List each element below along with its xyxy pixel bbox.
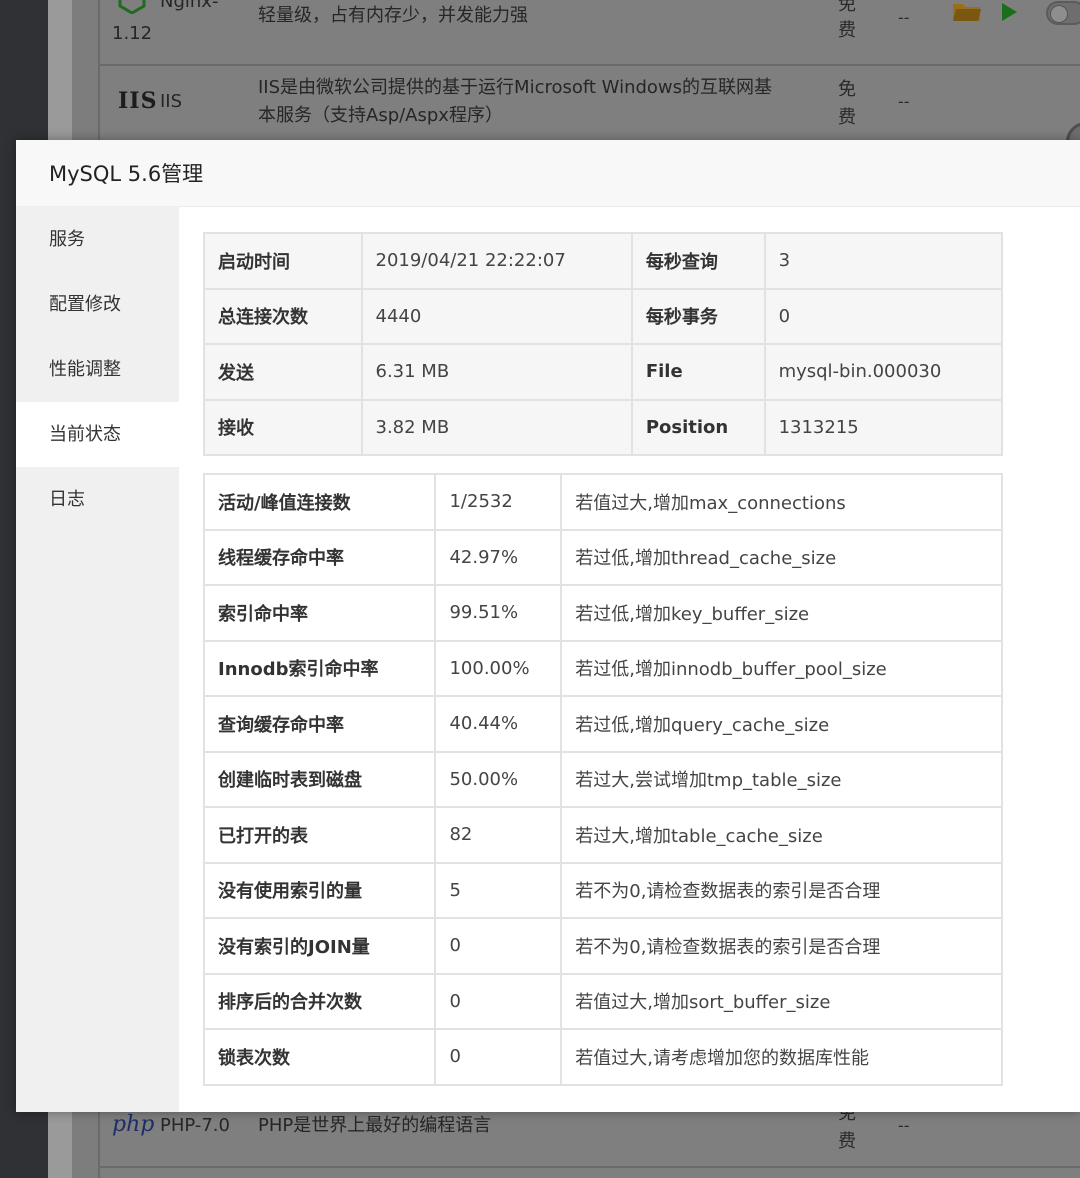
metric-hint-cell: 若过低,增加query_cache_size [560,695,1003,753]
metric-value-cell: 40.44% [434,695,563,753]
php-logo-icon: php [112,1112,155,1137]
status-key-cell: 每秒查询 [630,232,766,290]
nginx-logo-icon [118,0,146,14]
mysql-manage-dialog: MySQL 5.6管理 服务 配置修改 性能调整 当前状态 日志 启动时间 201… [16,140,1080,1112]
table-row: 查询缓存命中率 40.44% 若过低,增加query_cache_size [202,695,1003,753]
metric-name-cell: 锁表次数 [202,1028,437,1086]
performance-table: 活动/峰值连接数 1/2532 若值过大,增加max_connections 线程缓存… [202,473,1003,1086]
metric-value-cell: 0 [434,1028,563,1086]
status-value-cell: 0 [763,287,1004,345]
metric-name-cell: 活动/峰值连接数 [202,473,437,531]
table-row: 没有索引的JOIN量 0 若不为0,请检查数据表的索引是否合理 [202,917,1003,975]
software-name: PHP-7.0 [160,1115,230,1136]
extra-dash: -- [898,1116,910,1135]
nav-item-service[interactable]: 服务 [16,207,179,272]
status-key-cell: 启动时间 [203,232,363,290]
metric-name-cell: Innodb索引命中率 [202,639,437,697]
metric-hint-cell: 若过大,增加table_cache_size [560,806,1003,864]
play-icon[interactable] [1000,2,1018,22]
table-row: 活动/峰值连接数 1/2532 若值过大,增加max_connections [202,473,1003,531]
software-desc: PHP是世界上最好的编程语言 [258,1115,492,1136]
dialog-body: 服务 配置修改 性能调整 当前状态 日志 启动时间 2019/04/21 22:2… [16,207,1080,1112]
table-row: Innodb索引命中率 100.00% 若过低,增加innodb_buffer_po… [202,639,1003,697]
metric-value-cell: 1/2532 [434,473,563,531]
metric-value-cell: 42.97% [434,528,563,586]
software-row-iis: IIS IIS IIS是由微软公司提供的基于运行Microsoft Window… [98,64,1080,144]
status-content: 启动时间 2019/04/21 22:22:07 每秒查询 3 总连接次数 4440 每秒事… [202,232,1004,1086]
table-row: 创建临时表到磁盘 50.00% 若过大,尝试增加tmp_table_size [202,750,1003,808]
status-value-cell: 6.31 MB [360,343,633,401]
table-row: 排序后的合并次数 0 若值过大,增加sort_buffer_size [202,972,1003,1030]
status-value-cell: 1313215 [763,398,1004,456]
table-row: 线程缓存命中率 42.97% 若过低,增加thread_cache_size [202,528,1003,586]
metric-hint-cell: 若不为0,请检查数据表的索引是否合理 [560,917,1003,975]
metric-hint-cell: 若过低,增加key_buffer_size [560,584,1003,642]
table-row: 索引命中率 99.51% 若过低,增加key_buffer_size [202,584,1003,642]
table-row: 锁表次数 0 若值过大,请考虑增加您的数据库性能 [202,1028,1003,1086]
metric-value-cell: 99.51% [434,584,563,642]
software-desc-line1: IIS是由微软公司提供的基于运行Microsoft Windows的互联网基 [258,77,773,98]
status-value-cell: 3.82 MB [360,398,633,456]
dialog-side-nav: 服务 配置修改 性能调整 当前状态 日志 [16,207,179,1112]
metric-hint-cell: 若值过大,增加sort_buffer_size [560,972,1003,1030]
status-value-cell: 2019/04/21 22:22:07 [360,232,633,290]
metric-hint-cell: 若值过大,请考虑增加您的数据库性能 [560,1028,1003,1086]
metric-value-cell: 100.00% [434,639,563,697]
status-key-cell: 每秒事务 [630,287,766,345]
metric-value-cell: 5 [434,861,563,919]
nav-item-logs[interactable]: 日志 [16,467,179,532]
metric-hint-cell: 若过低,增加innodb_buffer_pool_size [560,639,1003,697]
metric-name-cell: 创建临时表到磁盘 [202,750,437,808]
nav-item-performance[interactable]: 性能调整 [16,337,179,402]
nav-item-config[interactable]: 配置修改 [16,272,179,337]
metric-hint-cell: 若不为0,请检查数据表的索引是否合理 [560,861,1003,919]
metric-hint-cell: 若过大,尝试增加tmp_table_size [560,750,1003,808]
table-row: 发送 6.31 MB File mysql-bin.000030 [203,343,1004,401]
fee-label: 免费 [838,0,856,41]
table-row: 总连接次数 4440 每秒事务 0 [203,287,1004,345]
metric-hint-cell: 若值过大,增加max_connections [560,473,1003,531]
metric-hint-cell: 若过低,增加thread_cache_size [560,528,1003,586]
status-key-cell: 发送 [203,343,363,401]
metric-name-cell: 已打开的表 [202,806,437,864]
metric-name-cell: 查询缓存命中率 [202,695,437,753]
status-value-cell: 3 [763,232,1004,290]
metric-value-cell: 0 [434,917,563,975]
table-row: 接收 3.82 MB Position 1313215 [203,398,1004,456]
metric-name-cell: 没有使用索引的量 [202,861,437,919]
software-desc-line2: 本服务（支持Asp/Aspx程序） [258,105,503,126]
software-desc: 轻量级，占有内存少，并发能力强 [258,5,528,26]
status-key-cell: File [630,343,766,401]
table-row: 没有使用索引的量 5 若不为0,请检查数据表的索引是否合理 [202,861,1003,919]
software-version: 1.12 [112,23,153,44]
status-table: 启动时间 2019/04/21 22:22:07 每秒查询 3 总连接次数 4440 每秒事… [203,232,1004,456]
fee-label: 免费 [838,79,856,128]
status-value-cell: mysql-bin.000030 [763,343,1004,401]
software-row [98,1166,1080,1178]
metric-value-cell: 82 [434,806,563,864]
metric-name-cell: 线程缓存命中率 [202,528,437,586]
status-key-cell: Position [630,398,766,456]
table-row: 已打开的表 82 若过大,增加table_cache_size [202,806,1003,864]
table-row: 启动时间 2019/04/21 22:22:07 每秒查询 3 [203,232,1004,290]
extra-dash: -- [898,8,910,27]
service-toggle[interactable] [1046,1,1080,25]
metric-value-cell: 50.00% [434,750,563,808]
dialog-title: MySQL 5.6管理 [49,162,204,186]
iis-logo-icon: IIS [118,88,158,114]
metric-name-cell: 没有索引的JOIN量 [202,917,437,975]
extra-dash: -- [898,92,910,111]
metric-name-cell: 排序后的合并次数 [202,972,437,1030]
status-key-cell: 接收 [203,398,363,456]
software-row-nginx: Nginx- 1.12 轻量级，占有内存少，并发能力强 免费 -- [98,0,1080,66]
status-value-cell: 4440 [360,287,633,345]
folder-icon[interactable] [952,0,982,22]
metric-name-cell: 索引命中率 [202,584,437,642]
software-name: IIS [160,91,183,112]
status-key-cell: 总连接次数 [203,287,363,345]
software-name-fragment: Nginx- [160,0,219,12]
nav-item-status[interactable]: 当前状态 [16,402,179,467]
dialog-header: MySQL 5.6管理 [16,140,1080,207]
metric-value-cell: 0 [434,972,563,1030]
